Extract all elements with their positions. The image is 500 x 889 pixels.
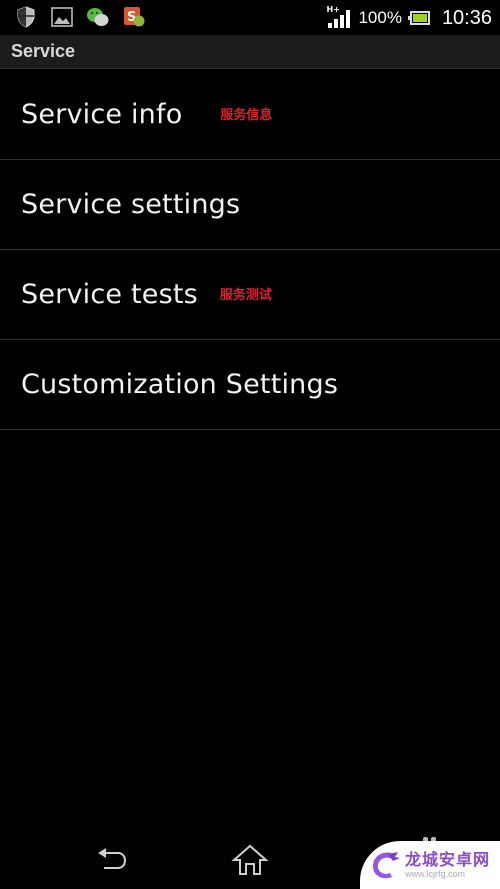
watermark: 龙城安卓网 www.lcjrfg.com xyxy=(360,841,500,889)
shield-icon xyxy=(17,6,35,28)
watermark-name: 龙城安卓网 xyxy=(405,849,491,869)
clock: 10:36 xyxy=(441,6,492,29)
battery-icon xyxy=(407,11,430,25)
menu-item-service-tests[interactable]: Service tests 服务测试 xyxy=(0,250,500,340)
menu-item-label: Service tests xyxy=(21,279,198,310)
menu-item-customization-settings[interactable]: Customization Settings xyxy=(0,340,500,430)
menu-item-service-info[interactable]: Service info 服务信息 xyxy=(0,70,500,160)
page-title: Service xyxy=(11,41,76,61)
signal-icon: H+ xyxy=(326,5,352,30)
menu-item-label: Service info xyxy=(21,99,183,130)
watermark-url: www.lcjrfg.com xyxy=(405,868,466,879)
home-icon[interactable] xyxy=(230,843,270,877)
gallery-icon xyxy=(51,7,73,27)
annotation-label: 服务信息 xyxy=(220,108,273,123)
network-type: H+ xyxy=(326,5,340,14)
notification-icons: S xyxy=(14,5,146,29)
action-bar: Service xyxy=(0,35,500,69)
wechat-icon xyxy=(87,8,109,26)
menu-item-service-settings[interactable]: Service settings xyxy=(0,160,500,250)
status-bar: S H+ 100% 10:36 xyxy=(0,0,500,35)
back-icon[interactable] xyxy=(92,843,132,877)
sohu-app-icon: S xyxy=(124,7,145,27)
menu-item-label: Customization Settings xyxy=(21,369,339,400)
battery-fill xyxy=(412,14,427,22)
service-menu-list: Service info 服务信息 Service settings Servi… xyxy=(0,70,500,430)
system-status: H+ 100% 10:36 xyxy=(326,3,492,33)
menu-item-label: Service settings xyxy=(21,189,241,220)
navigation-bar: 龙城安卓网 www.lcjrfg.com xyxy=(0,829,500,889)
battery-percent: 100% xyxy=(358,8,402,27)
dragon-logo-icon xyxy=(372,852,400,879)
annotation-label: 服务测试 xyxy=(219,288,272,303)
